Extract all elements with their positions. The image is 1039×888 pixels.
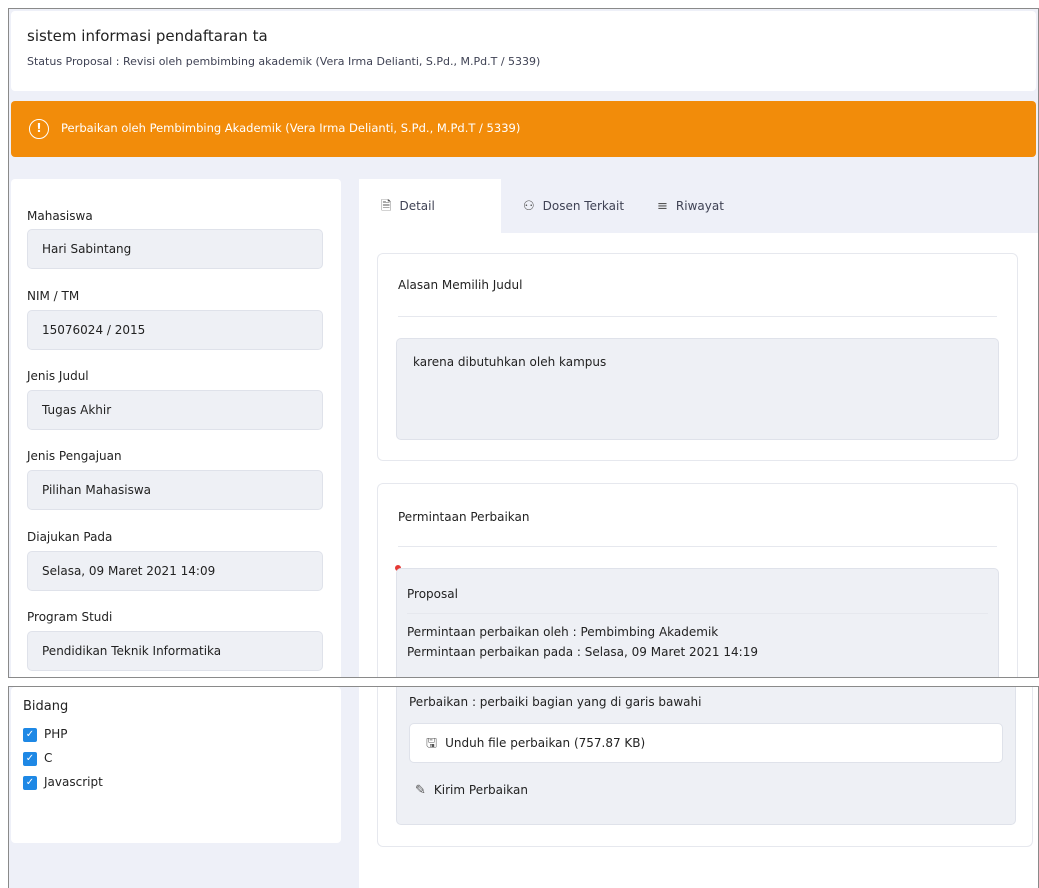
checkbox-checked-icon[interactable]: ✓ (23, 727, 37, 742)
users-icon: ⚇ (523, 199, 535, 214)
field-mahasiswa: Hari Sabintang (27, 229, 323, 269)
revision-item-title: Proposal (407, 587, 458, 601)
tab-dosen-terkait[interactable]: ⚇ Dosen Terkait (523, 179, 648, 233)
divider (398, 316, 997, 317)
field-label-nim: NIM / TM (27, 289, 80, 303)
screenshot-top: sistem informasi pendaftaran ta Status P… (8, 8, 1039, 678)
checkbox-checked-icon[interactable]: ✓ (23, 751, 37, 766)
field-label-program-studi: Program Studi (27, 610, 113, 624)
reason-text: karena dibutuhkan oleh kampus (413, 355, 607, 369)
tab-dosen-terkait-label: Dosen Terkait (542, 199, 625, 213)
bidang-item-label: PHP (44, 727, 68, 741)
student-info-card: Mahasiswa Hari Sabintang NIM / TM 150760… (11, 179, 341, 677)
field-jenis-judul: Tugas Akhir (27, 390, 323, 430)
bidang-item-c[interactable]: ✓ C (23, 751, 52, 766)
reason-box: karena dibutuhkan oleh kampus (396, 338, 999, 440)
field-label-mahasiswa: Mahasiswa (27, 209, 93, 223)
revision-note: Perbaikan : perbaiki bagian yang di gari… (409, 695, 702, 709)
field-jenis-pengajuan: Pilihan Mahasiswa (27, 470, 323, 510)
list-icon: ≡ (657, 199, 668, 214)
tab-detail[interactable]: 🗎 Detail (359, 179, 501, 233)
field-label-diajukan-pada: Diajukan Pada (27, 530, 113, 544)
page-title: sistem informasi pendaftaran ta (27, 27, 268, 45)
bidang-item-label: C (44, 751, 53, 765)
revision-title: Permintaan Perbaikan (398, 510, 530, 524)
divider (398, 546, 997, 547)
revision-requested-by: Permintaan perbaikan oleh : Pembimbing A… (407, 625, 719, 639)
edit-icon: ✎ (415, 783, 426, 798)
revision-alert: ! Perbaikan oleh Pembimbing Akademik (Ve… (11, 101, 1036, 157)
revision-card: Permintaan Perbaikan Proposal Permintaan… (377, 483, 1018, 677)
tab-bar: 🗎 Detail ⚇ Dosen Terkait ≡ Riwayat (359, 179, 1038, 233)
send-revision-label: Kirim Perbaikan (433, 783, 529, 797)
revision-item-box: Proposal Permintaan perbaikan oleh : Pem… (396, 568, 999, 677)
checkbox-checked-icon[interactable]: ✓ (23, 775, 37, 790)
reason-title: Alasan Memilih Judul (398, 278, 523, 292)
bidang-item-php[interactable]: ✓ PHP (23, 727, 68, 742)
field-label-jenis-judul: Jenis Judul (27, 369, 89, 383)
divider (407, 613, 988, 614)
reason-card: Alasan Memilih Judul karena dibutuhkan o… (377, 253, 1018, 461)
proposal-status: Status Proposal : Revisi oleh pembimbing… (27, 55, 541, 68)
document-icon: 🗎 (381, 199, 392, 214)
revision-card-continued: Perbaikan : perbaiki bagian yang di gari… (377, 687, 1033, 847)
bidang-label: Bidang (23, 699, 69, 714)
alert-circle-icon: ! (29, 119, 49, 139)
save-file-icon: 🖫 (426, 736, 438, 751)
download-revision-label: Unduh file perbaikan (757.87 KB) (445, 736, 646, 750)
tab-riwayat-label: Riwayat (675, 199, 724, 213)
download-revision-button[interactable]: 🖫 Unduh file perbaikan (757.87 KB) (409, 723, 1003, 763)
revision-requested-at: Permintaan perbaikan pada : Selasa, 09 M… (407, 645, 758, 659)
field-nim: 15076024 / 2015 (27, 310, 323, 350)
tab-riwayat[interactable]: ≡ Riwayat (657, 179, 747, 233)
field-program-studi: Pendidikan Teknik Informatika (27, 631, 323, 671)
bidang-item-label: Javascript (44, 775, 103, 789)
bidang-item-javascript[interactable]: ✓ Javascript (23, 775, 103, 790)
send-revision-button[interactable]: ✎ Kirim Perbaikan (415, 783, 528, 798)
screenshot-bottom: Bidang ✓ PHP ✓ C ✓ Javascript Perbaikan : p… (8, 686, 1039, 888)
page-header: sistem informasi pendaftaran ta Status P… (11, 11, 1036, 91)
revision-item-box-continued: Perbaikan : perbaiki bagian yang di gari… (396, 687, 1016, 825)
field-label-jenis-pengajuan: Jenis Pengajuan (27, 449, 122, 463)
alert-text: Perbaikan oleh Pembimbing Akademik (Vera… (61, 121, 521, 135)
field-diajukan-pada: Selasa, 09 Maret 2021 14:09 (27, 551, 323, 591)
detail-panel-continued: Perbaikan : perbaiki bagian yang di gari… (359, 687, 1038, 888)
tab-detail-label: Detail (399, 199, 435, 213)
detail-panel: 🗎 Detail ⚇ Dosen Terkait ≡ Riwayat Alasan M… (359, 179, 1038, 677)
bidang-card: Bidang ✓ PHP ✓ C ✓ Javascript (11, 687, 341, 843)
